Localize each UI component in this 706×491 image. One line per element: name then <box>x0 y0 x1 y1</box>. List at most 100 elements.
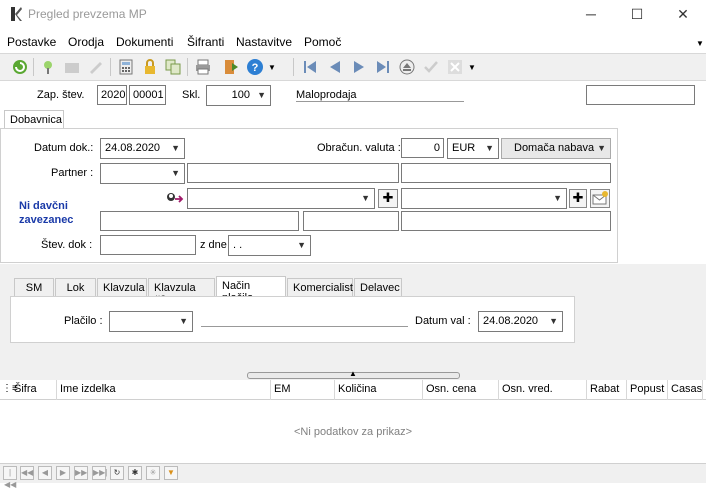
menu-pomoc[interactable]: Pomoč <box>304 35 341 49</box>
address-field[interactable] <box>100 211 299 231</box>
nav-next-icon[interactable]: ▶ <box>56 466 70 480</box>
tab-lok[interactable]: Lok <box>55 278 96 298</box>
nabava-value: Domača nabava <box>514 142 595 154</box>
next-record-icon[interactable] <box>350 58 368 76</box>
exit-door-icon[interactable] <box>222 58 240 76</box>
print-icon[interactable] <box>194 58 212 76</box>
minimize-button[interactable]: ─ <box>568 0 614 30</box>
contact-detail-field[interactable] <box>401 211 611 231</box>
column-em[interactable]: EM <box>274 383 291 395</box>
svg-text:?: ? <box>252 62 259 74</box>
column-casas[interactable]: Casas <box>671 383 702 395</box>
first-record-icon[interactable] <box>301 58 319 76</box>
email-icon[interactable] <box>590 189 610 208</box>
refresh-icon[interactable] <box>11 58 29 76</box>
stev-dok-field[interactable] <box>100 235 196 255</box>
column-osn-cena[interactable]: Osn. cena <box>426 383 476 395</box>
placilo-description-line[interactable] <box>201 326 408 327</box>
city-field[interactable] <box>303 211 399 231</box>
open-folder-icon[interactable] <box>63 58 81 76</box>
column-kolicina[interactable]: Količina <box>338 383 377 395</box>
tab-klavzula-2[interactable]: Klavzula #2 <box>148 278 215 306</box>
copy-documents-icon[interactable] <box>164 58 182 76</box>
toolbar-separator <box>293 58 294 76</box>
skl-combo[interactable]: 100 ▼ <box>206 85 271 106</box>
column-ime-izdelka[interactable]: Ime izdelka <box>60 383 116 395</box>
chevron-down-icon: ▼ <box>597 143 606 153</box>
tab-delavec[interactable]: Delavec <box>354 278 402 298</box>
zap-stev-label: Zap. štev. <box>37 89 85 101</box>
partner-select-combo[interactable]: ▼ <box>187 188 375 209</box>
plus-icon: ✚ <box>382 190 394 205</box>
obracun-valuta-label: Obračun. valuta : <box>317 142 401 154</box>
calculator-icon[interactable] <box>117 58 135 76</box>
partner-add-button[interactable]: ✚ <box>378 189 398 208</box>
tab-komercialist[interactable]: Komercialist <box>287 278 353 298</box>
partner-type-combo[interactable]: ▼ <box>100 163 185 184</box>
nabava-combo[interactable]: Domača nabava ▼ <box>501 138 611 159</box>
dobavnica-panel: Datum dok.: 24.08.2020 ▼ Obračun. valuta… <box>0 128 618 263</box>
column-sifra[interactable]: Šifra <box>14 383 37 395</box>
maximize-button[interactable]: ☐ <box>614 0 660 30</box>
placilo-combo[interactable]: ▼ <box>109 311 193 332</box>
help-icon[interactable]: ? <box>246 58 264 76</box>
previous-record-icon[interactable] <box>326 58 344 76</box>
chevron-down-icon: ▼ <box>553 193 562 203</box>
close-button[interactable]: ✕ <box>660 0 706 30</box>
z-dne-combo[interactable]: . . ▼ <box>228 235 311 256</box>
tab-nacin-placila[interactable]: Način plačila <box>216 276 286 304</box>
partner-extra-field[interactable] <box>401 163 611 183</box>
column-osn-vred[interactable]: Osn. vred. <box>502 383 553 395</box>
last-record-icon[interactable] <box>374 58 392 76</box>
confirm-icon[interactable] <box>422 58 440 76</box>
nav-prev-icon[interactable]: ◀ <box>38 466 52 480</box>
menu-postavke[interactable]: Postavke <box>7 35 56 49</box>
menu-bar: Postavke Orodja Dokumenti Šifranti Nasta… <box>0 31 706 53</box>
contact-select-combo[interactable]: ▼ <box>401 188 567 209</box>
grid-header: ⋮≡ Šifra Ime izdelka EM Količina Osn. ce… <box>0 380 706 400</box>
cancel-dropdown-icon[interactable]: ▼ <box>468 63 486 81</box>
nav-select-all-icon[interactable]: ✱ <box>128 466 142 480</box>
partner-lookup-icon[interactable] <box>165 191 185 207</box>
menu-nastavitve[interactable]: Nastavitve <box>236 35 292 49</box>
chevron-up-icon: ▲ <box>349 369 357 378</box>
zap-year-field[interactable]: 2020 <box>97 85 127 105</box>
header-row: Zap. štev. 2020 00001 Skl. 100 ▼ Malopro… <box>0 82 706 108</box>
menu-sifranti[interactable]: Šifranti <box>187 35 224 49</box>
menu-dokumenti[interactable]: Dokumenti <box>116 35 173 49</box>
chevron-down-icon: ▼ <box>257 90 266 100</box>
column-popust[interactable]: Popust <box>630 383 664 395</box>
new-icon[interactable] <box>40 58 58 76</box>
header-right-field[interactable] <box>586 85 695 105</box>
empty-grid-message: <Ni podatkov za prikaz> <box>293 426 412 438</box>
menu-orodja[interactable]: Orodja <box>68 35 104 49</box>
nav-clear-icon[interactable]: ✳ <box>146 466 160 480</box>
valuta-currency-combo[interactable]: EUR ▼ <box>447 138 499 159</box>
splitter-handle[interactable]: ▲ <box>247 369 460 379</box>
nav-filter-icon[interactable]: ▼ <box>164 466 178 480</box>
datum-dok-combo[interactable]: 24.08.2020 ▼ <box>100 138 185 159</box>
help-dropdown-icon[interactable]: ▼ <box>268 63 286 81</box>
valuta-rate-field[interactable]: 0 <box>401 138 444 158</box>
zap-number-field[interactable]: 00001 <box>129 85 166 105</box>
edit-icon[interactable] <box>87 58 105 76</box>
cancel-icon[interactable] <box>446 58 464 76</box>
nav-next-page-icon[interactable]: ▶▶ <box>74 466 88 480</box>
eject-icon[interactable] <box>398 58 416 76</box>
app-logo-icon <box>11 7 22 21</box>
window-title: Pregled prevzema MP <box>28 7 147 21</box>
contact-add-button[interactable]: ✚ <box>569 189 587 208</box>
menu-overflow-icon[interactable]: ▼ <box>696 39 704 48</box>
tab-sm[interactable]: SM <box>14 278 54 298</box>
nav-prev-page-icon[interactable]: ◀◀ <box>20 466 34 480</box>
partner-name-field[interactable] <box>187 163 399 183</box>
column-rabat[interactable]: Rabat <box>590 383 619 395</box>
nav-refresh-icon[interactable]: ↻ <box>110 466 124 480</box>
nav-first-icon[interactable]: |◀◀ <box>3 466 17 489</box>
datum-val-combo[interactable]: 24.08.2020 ▼ <box>478 311 563 332</box>
skl-label: Skl. <box>182 89 201 101</box>
nacin-placila-panel: Plačilo : ▼ Datum val : 24.08.2020 ▼ <box>10 296 575 343</box>
nav-last-icon[interactable]: ▶▶| <box>92 466 107 480</box>
lock-icon[interactable] <box>141 58 159 76</box>
tab-klavzula[interactable]: Klavzula <box>97 278 147 298</box>
